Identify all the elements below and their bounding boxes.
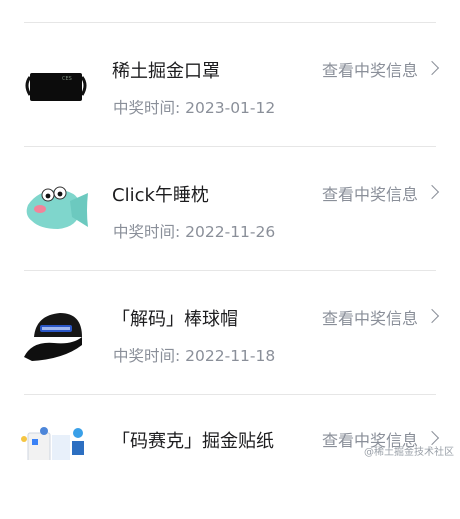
prize-date: 中奖时间: 2023-01-12 bbox=[113, 96, 275, 118]
baseball-cap-image bbox=[20, 301, 92, 373]
view-prize-info-link[interactable]: 查看中奖信息 bbox=[322, 57, 418, 81]
prize-row[interactable]: CES 稀土掘金口罩 中奖时间: 2023-01-12 查看中奖信息 bbox=[0, 23, 460, 147]
prize-name: 「解码」棒球帽 bbox=[112, 309, 238, 330]
sticker-sheet-image bbox=[20, 423, 92, 460]
prize-row[interactable]: 「解码」棒球帽 中奖时间: 2022-11-18 查看中奖信息 bbox=[0, 271, 460, 395]
date-label: 中奖时间: bbox=[113, 223, 186, 241]
prize-name: 稀土掘金口罩 bbox=[112, 61, 220, 82]
date-value: 2022-11-18 bbox=[185, 347, 276, 365]
date-value: 2023-01-12 bbox=[185, 99, 276, 117]
view-prize-info-link[interactable]: 查看中奖信息 bbox=[322, 305, 418, 329]
prize-date: 中奖时间: 2022-11-18 bbox=[113, 344, 275, 366]
fish-pillow-image bbox=[20, 171, 92, 243]
date-value: 2022-11-26 bbox=[185, 223, 276, 241]
chevron-right-icon bbox=[424, 60, 440, 76]
watermark: @稀土掘金技术社区 bbox=[364, 447, 454, 458]
prize-name: 「码赛克」掘金贴纸 bbox=[112, 431, 274, 452]
prize-date: 中奖时间: 2022-11-26 bbox=[113, 220, 275, 242]
prize-name: Click午睡枕 bbox=[112, 185, 209, 206]
mask-logo-text: CES bbox=[62, 76, 72, 82]
prize-row[interactable]: Click午睡枕 中奖时间: 2022-11-26 查看中奖信息 bbox=[0, 147, 460, 271]
face-mask-image: CES bbox=[20, 49, 92, 121]
date-label: 中奖时间: bbox=[113, 99, 186, 117]
chevron-right-icon bbox=[424, 184, 440, 200]
chevron-right-icon bbox=[424, 308, 440, 324]
view-prize-info-link[interactable]: 查看中奖信息 bbox=[322, 181, 418, 205]
date-label: 中奖时间: bbox=[113, 347, 186, 365]
